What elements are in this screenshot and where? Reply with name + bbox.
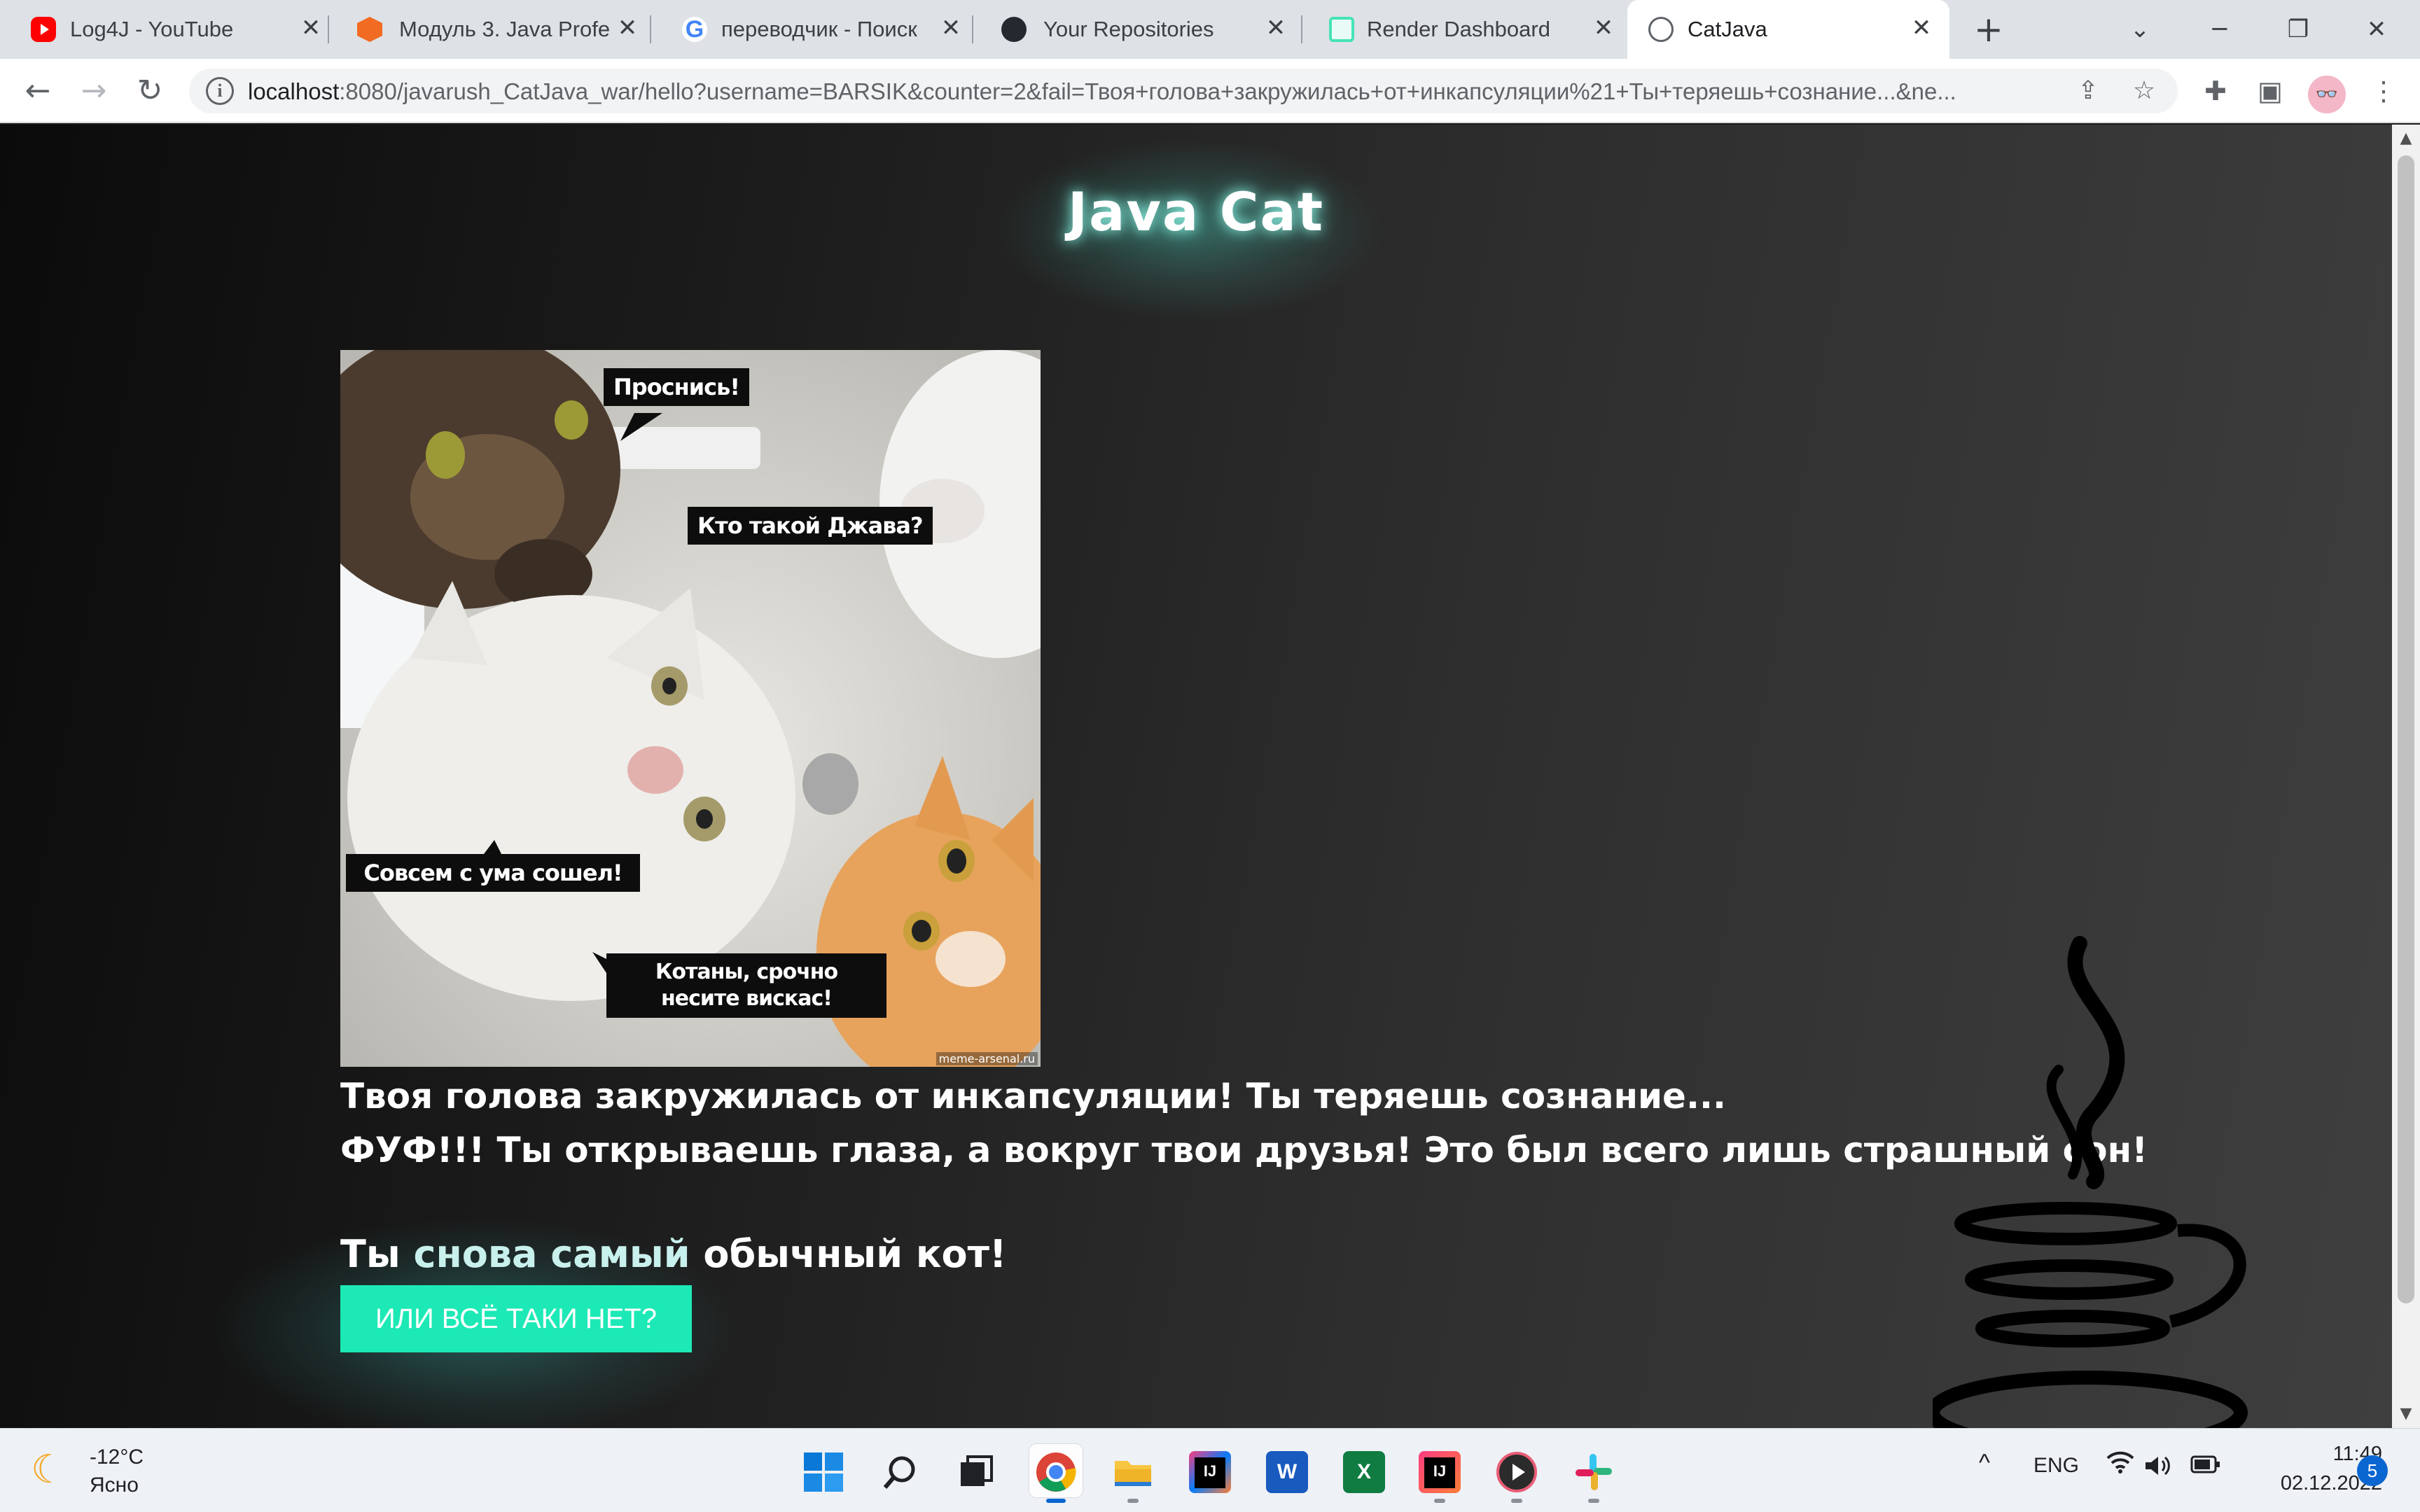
tab-label: CatJava [1688,17,1767,41]
globe-icon [1648,17,1674,42]
menu-kebab-icon[interactable]: ⋮ [2367,74,2400,108]
tab-render[interactable]: Render Dashboard ✕ [1302,0,1626,59]
meme-watermark: meme-arsenal.ru [936,1052,1038,1065]
show-hidden-icons-chevron-icon[interactable]: ^ [1979,1450,1990,1477]
running-indicator [1588,1499,1599,1503]
scroll-up-arrow-icon[interactable]: ▲ [2392,125,2420,153]
tab-label: Render Dashboard [1367,17,1550,41]
story-line-2: ФУФ!!! Ты открываешь глаза, а вокруг тво… [340,1130,2148,1170]
weather-description[interactable]: Ясно [90,1474,139,1497]
scroll-down-arrow-icon[interactable]: ▼ [2392,1400,2420,1428]
web-page: Java Cat Проснись! Кто такой Джава? Совс… [0,125,2392,1428]
meme-bubble-gone-crazy: Совсем с ума сошел! [346,854,640,892]
weather-temperature[interactable]: -12°C [90,1446,144,1469]
close-icon[interactable]: ✕ [297,14,325,42]
windows-taskbar: ☾ -12°C Ясно IJ W X IJ ^ ENG 11:49 02.12… [0,1428,2420,1512]
start-icon[interactable] [797,1444,850,1497]
close-icon[interactable]: ✕ [1262,14,1290,42]
file-explorer-icon[interactable] [1106,1444,1160,1503]
input-language[interactable]: ENG [2033,1454,2079,1478]
youtube-icon [31,17,56,42]
restore-button[interactable]: ❐ [2270,8,2326,50]
back-button[interactable]: ← [20,73,56,109]
url-host: localhost [248,78,340,104]
chrome-icon[interactable] [1029,1444,1083,1503]
try-again-button[interactable]: ИЛИ ВСЁ ТАКИ НЕТ? [340,1285,692,1352]
side-panel-icon[interactable]: ▣ [2253,74,2287,108]
tab-javarush[interactable]: Модуль 3. Java Profess ✕ [329,0,651,59]
address-bar[interactable]: i localhost:8080/javarush_CatJava_war/he… [189,69,2178,113]
minimize-button[interactable]: ─ [2192,8,2248,50]
tab-catjava[interactable]: CatJava ✕ [1627,0,1949,59]
slack-icon[interactable] [1567,1444,1620,1503]
window-close-button[interactable]: ✕ [2349,8,2405,50]
cat-meme-image: Проснись! Кто такой Джава? Совсем с ума … [340,350,1041,1067]
tab-youtube[interactable]: Log4J - YouTube ✕ [0,0,329,59]
url-path: :8080/javarush_CatJava_war/hello?usernam… [339,78,1956,104]
page-scrollbar[interactable]: ▲ ▼ [2392,125,2420,1428]
active-indicator [1046,1499,1066,1503]
close-icon[interactable]: ✕ [613,14,641,42]
close-icon[interactable]: ✕ [937,14,965,42]
url-text: localhost:8080/javarush_CatJava_war/hell… [248,78,1956,105]
github-icon [1001,17,1027,42]
tab-strip: Log4J - YouTube ✕ Модуль 3. Java Profess… [0,0,2420,59]
bookmark-star-icon[interactable]: ☆ [2129,76,2160,106]
render-icon [1329,17,1354,42]
task-view-icon[interactable] [950,1444,1003,1497]
search-icon[interactable] [874,1444,927,1497]
moon-weather-icon[interactable]: ☾ [31,1448,74,1492]
meme-bubble-bring-whiskas: Котаны, срочно несите вискас! [606,953,886,1018]
wifi-icon[interactable] [2106,1450,2134,1480]
tab-label: Log4J - YouTube [70,17,234,41]
result-text-highlight: снова самый [413,1232,690,1276]
java-logo-icon [1933,936,2248,1428]
story-line-1: Твоя голова закружилась от инкапсуляции!… [340,1076,1726,1116]
forward-button[interactable]: → [76,73,112,109]
story-text: Твоя голова закружилась от инкапсуляции!… [340,1070,2148,1177]
close-icon[interactable]: ✕ [1590,14,1618,42]
battery-icon[interactable] [2190,1454,2221,1480]
volume-icon[interactable] [2143,1454,2171,1483]
result-text-part-1: Ты [340,1232,414,1276]
page-title: Java Cat [1067,181,1325,243]
meme-bubble-wake-up: Проснись! [604,368,749,406]
word-icon[interactable]: W [1260,1444,1314,1497]
new-tab-button[interactable]: + [1970,11,2007,48]
site-info-icon[interactable]: i [206,77,234,105]
notification-badge[interactable]: 5 [2357,1455,2388,1486]
scroll-thumb[interactable] [2398,155,2414,1303]
javarush-icon [357,17,382,42]
tab-label: Your Repositories [1043,17,1214,41]
intellij-icon[interactable]: IJ [1183,1444,1237,1497]
google-icon: G [682,17,707,42]
running-indicator [1127,1499,1139,1503]
tab-label: Модуль 3. Java Profess [399,17,609,41]
tab-search-chevron-icon[interactable]: ⌄ [2112,8,2168,50]
tab-label: переводчик - Поиск в [721,17,924,41]
result-text-part-2: обычный кот! [690,1232,1007,1276]
running-indicator [1511,1499,1522,1503]
excel-icon[interactable]: X [1337,1444,1391,1497]
reload-button[interactable]: ↻ [132,73,168,109]
result-text: Ты снова самый обычный кот! [340,1232,1007,1276]
profile-avatar[interactable]: 👓 [2308,76,2346,113]
media-player-icon[interactable] [1490,1444,1543,1503]
tab-github[interactable]: Your Repositories ✕ [973,0,1302,59]
browser-toolbar: ← → ↻ i localhost:8080/javarush_CatJava_… [0,59,2420,123]
tab-google-search[interactable]: G переводчик - Поиск в ✕ [651,0,973,59]
extensions-puzzle-icon[interactable]: ✚ [2199,74,2232,108]
running-indicator [1434,1499,1445,1503]
intellij-eap-icon[interactable]: IJ [1413,1444,1466,1503]
share-icon[interactable]: ⇪ [2073,76,2103,106]
meme-bubble-who-is-java: Кто такой Джава? [688,507,933,545]
close-icon[interactable]: ✕ [1907,14,1935,42]
